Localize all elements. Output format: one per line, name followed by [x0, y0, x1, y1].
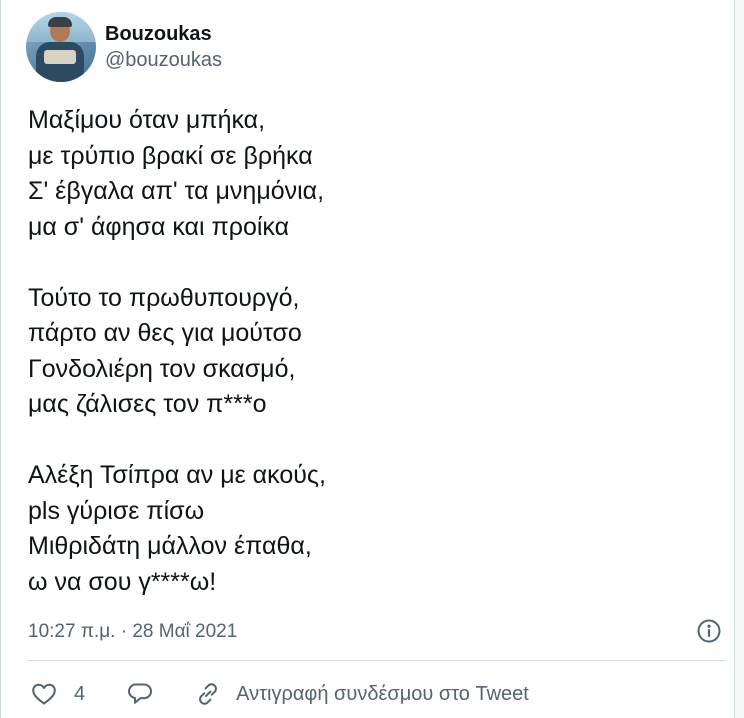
tweet-line: Μαξίμου όταν μπήκα,: [28, 106, 266, 134]
link-icon: [195, 681, 221, 707]
stanza-gap: [28, 423, 718, 459]
author-display-name[interactable]: Bouzoukas: [105, 22, 222, 46]
tweet-line: πάρτο αν θες για μούτσο: [28, 319, 302, 347]
tweet-line: με τρύπιο βρακί σε βρήκα: [28, 141, 313, 170]
scrollbar-track[interactable]: [735, 0, 744, 718]
tweet-line: μας ζάλισες τον π***ο: [28, 390, 267, 418]
tweet-line: Τούτο το πρωθυπουργό,: [28, 283, 300, 312]
like-button[interactable]: 4: [31, 682, 85, 706]
tweet-header: Bouzoukas @bouzoukas: [26, 11, 222, 83]
tweet-line: μα σ' άφησα και προίκα: [28, 212, 290, 241]
tweet-timestamp[interactable]: 10:27 π.μ. · 28 Μαΐ 2021: [28, 621, 237, 643]
author-handle[interactable]: @bouzoukas: [105, 47, 222, 73]
avatar[interactable]: [26, 12, 96, 82]
tweet-actions: 4 Αντιγραφή συνδέσμου στο Tweet: [31, 678, 529, 710]
tweet-line: Σ' έβγαλα απ' τα μνημόνια,: [28, 177, 325, 205]
copy-link-label: Αντιγραφή συνδέσμου στο Tweet: [236, 682, 529, 705]
tweet-text: Μαξίμου όταν μπήκα, με τρύπιο βρακί σε β…: [28, 103, 718, 600]
tweet-line: pls γύρισε πίσω: [28, 496, 205, 525]
tweet-line: Αλέξη Τσίπρα αν με ακούς,: [28, 461, 326, 489]
copy-link-button[interactable]: Αντιγραφή συνδέσμου στο Tweet: [195, 681, 529, 707]
tweet-line: Γονδολιέρη τον σκασμό,: [28, 354, 296, 383]
stanza-gap: [28, 245, 718, 281]
tweet-line: Μιθριδάτη μάλλον έπαθα,: [28, 532, 312, 560]
divider: [28, 660, 725, 661]
author-names: Bouzoukas @bouzoukas: [105, 22, 222, 73]
like-count: 4: [74, 682, 86, 705]
reply-bubble-icon: [127, 681, 153, 707]
heart-icon: [31, 682, 57, 706]
tweet-card: Bouzoukas @bouzoukas Μαξίμου όταν μπήκα,…: [0, 0, 735, 718]
tweet-line: ω να σου γ****ω!: [28, 567, 217, 596]
reply-button[interactable]: [127, 681, 153, 707]
tweet-meta: 10:27 π.μ. · 28 Μαΐ 2021: [28, 618, 728, 646]
info-icon[interactable]: [696, 618, 722, 644]
